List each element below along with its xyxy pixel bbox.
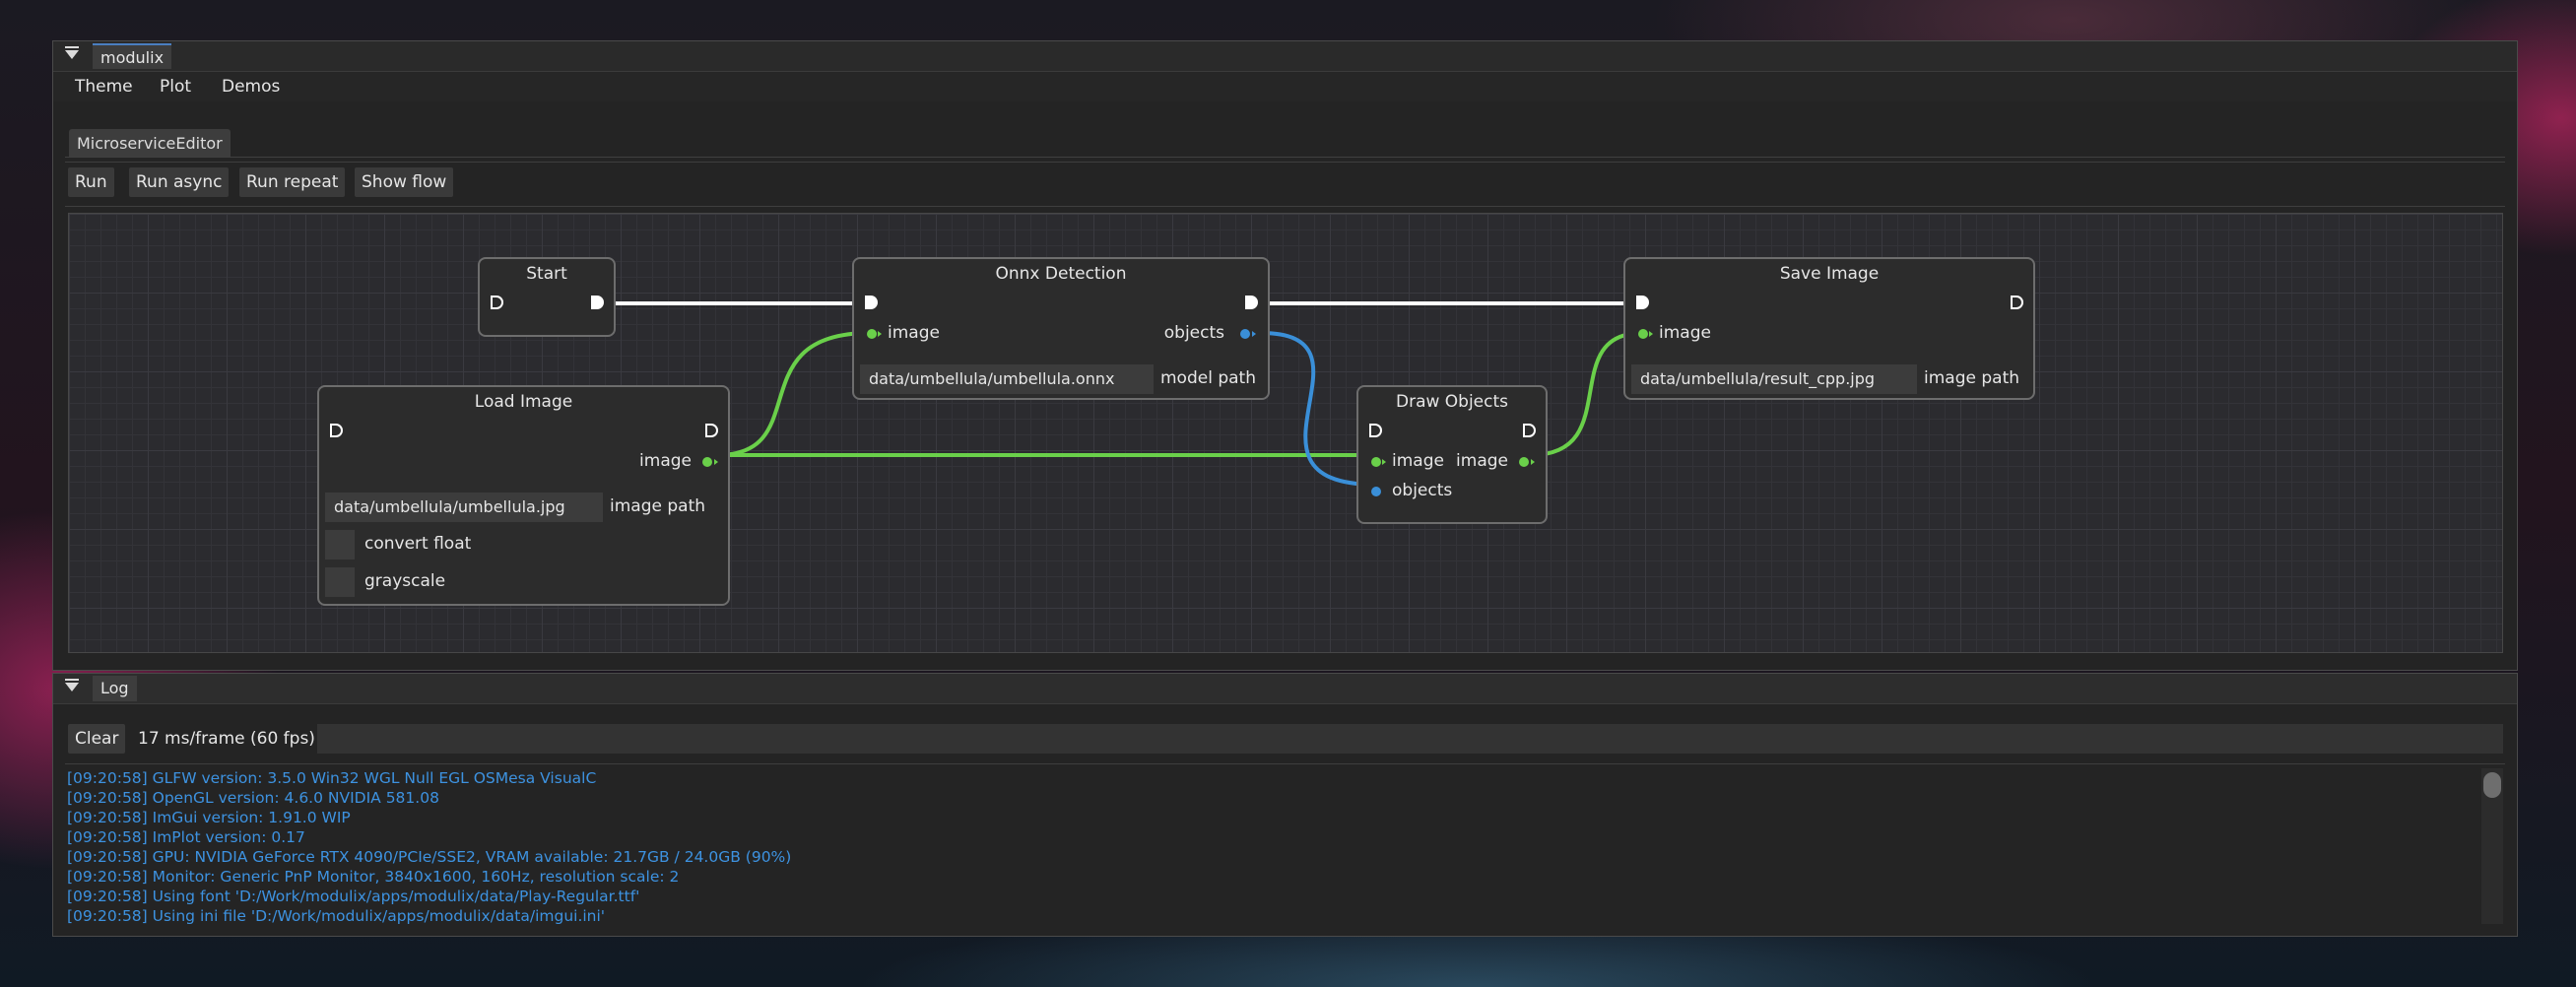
toolbar-separator-top — [65, 162, 2505, 163]
log-line: [09:20:58] Monitor: Generic PnP Monitor,… — [67, 868, 680, 886]
node-title: Start — [526, 264, 567, 284]
flow-in-icon[interactable] — [490, 295, 503, 310]
main-window: modulix Theme Plot Demos MicroserviceEdi… — [52, 40, 2518, 671]
log-window-titlebar[interactable]: Log — [53, 674, 2517, 704]
log-output: [09:20:58] GLFW version: 3.5.0 Win32 WGL… — [67, 768, 2477, 936]
pin-label-image: image — [639, 451, 692, 471]
pin-label-objects: objects — [1392, 481, 1453, 500]
log-line: [09:20:58] GPU: NVIDIA GeForce RTX 4090/… — [67, 848, 792, 866]
model-path-input[interactable]: data/umbellula/umbellula.onnx — [860, 364, 1154, 394]
pin-objects-in[interactable] — [1371, 487, 1381, 496]
node-editor-canvas[interactable]: Start Onnx Detection image objects data/… — [68, 213, 2503, 653]
tab-microservice-editor[interactable]: MicroserviceEditor — [69, 129, 231, 158]
log-line: [09:20:58] Using font 'D:/Work/modulix/a… — [67, 888, 640, 905]
main-window-titlebar[interactable]: modulix — [53, 41, 2517, 72]
frame-time-text: 17 ms/frame (60 fps) — [138, 729, 315, 749]
toolbar-separator-bottom — [65, 206, 2505, 207]
collapse-triangle-icon[interactable] — [65, 679, 79, 691]
image-link-load-onnx — [716, 331, 871, 457]
log-line: [09:20:58] ImPlot version: 0.17 — [67, 828, 305, 846]
pin-label-image: image — [1659, 323, 1711, 343]
log-scrollbar-grab[interactable] — [2483, 772, 2501, 798]
pin-label-image-out: image — [1456, 451, 1508, 471]
grayscale-checkbox[interactable] — [325, 567, 355, 597]
image-path-label: image path — [610, 496, 706, 516]
flow-in-icon[interactable] — [329, 423, 343, 438]
save-path-label: image path — [1924, 368, 2020, 388]
log-scrollbar[interactable] — [2481, 768, 2503, 924]
convert-float-label: convert float — [364, 534, 472, 554]
show-flow-button[interactable]: Show flow — [355, 167, 454, 197]
flow-in-icon[interactable] — [1368, 423, 1382, 438]
image-path-input[interactable]: data/umbellula/umbellula.jpg — [325, 493, 603, 522]
menu-theme[interactable]: Theme — [75, 72, 133, 101]
clear-button[interactable]: Clear — [68, 724, 126, 754]
log-line: [09:20:58] OpenGL version: 4.6.0 NVIDIA … — [67, 789, 439, 807]
pin-arrow-icon — [1252, 331, 1256, 337]
node-draw-objects[interactable]: Draw Objects image image objects — [1356, 385, 1548, 524]
node-onnx-detection[interactable]: Onnx Detection image objects data/umbell… — [852, 257, 1270, 400]
pin-image-in[interactable] — [1371, 457, 1381, 467]
node-title: Draw Objects — [1395, 392, 1509, 412]
node-title: Load Image — [474, 392, 573, 412]
pin-label-image-in: image — [1392, 451, 1444, 471]
convert-float-checkbox[interactable] — [325, 530, 355, 559]
pin-arrow-icon — [1649, 331, 1653, 337]
pin-image-in[interactable] — [867, 329, 877, 339]
model-path-label: model path — [1160, 368, 1256, 388]
log-filter-input[interactable] — [317, 724, 2503, 754]
run-repeat-button[interactable]: Run repeat — [239, 167, 346, 197]
tab-bar-underline — [65, 157, 2505, 158]
pin-image-out[interactable] — [1519, 457, 1529, 467]
pin-arrow-icon — [1382, 459, 1386, 465]
node-start[interactable]: Start — [478, 257, 616, 337]
collapse-triangle-icon[interactable] — [65, 46, 79, 59]
save-path-input[interactable]: data/umbellula/result_cpp.jpg — [1631, 364, 1917, 394]
grayscale-label: grayscale — [364, 571, 446, 591]
pin-arrow-icon — [878, 331, 882, 337]
flow-in-icon[interactable] — [864, 295, 878, 310]
node-save-image[interactable]: Save Image image data/umbellula/result_c… — [1623, 257, 2035, 400]
node-load-image[interactable]: Load Image image data/umbellula/umbellul… — [317, 385, 730, 606]
pin-arrow-icon — [1531, 459, 1535, 465]
pin-label-objects: objects — [1163, 323, 1224, 343]
window-title[interactable]: modulix — [93, 43, 172, 69]
flow-in-icon[interactable] — [1635, 295, 1649, 310]
log-line: [09:20:58] Using ini file 'D:/Work/modul… — [67, 907, 606, 925]
flow-out-icon[interactable] — [704, 423, 718, 438]
pin-objects-out[interactable] — [1240, 329, 1250, 339]
flow-out-icon[interactable] — [1244, 295, 1258, 310]
flow-out-icon[interactable] — [1522, 423, 1536, 438]
pin-arrow-icon — [714, 459, 718, 465]
pin-label-image: image — [888, 323, 940, 343]
node-title: Save Image — [1779, 264, 1880, 284]
flow-out-icon[interactable] — [590, 295, 604, 310]
pin-image-in[interactable] — [1638, 329, 1648, 339]
run-button[interactable]: Run — [68, 167, 114, 197]
run-async-button[interactable]: Run async — [129, 167, 230, 197]
log-line: [09:20:58] GLFW version: 3.5.0 Win32 WGL… — [67, 769, 597, 787]
menu-bar: Theme Plot Demos — [53, 72, 2517, 101]
log-window: Log Clear 17 ms/frame (60 fps) [09:20:58… — [52, 673, 2518, 937]
menu-plot[interactable]: Plot — [160, 72, 191, 101]
log-line: [09:20:58] ImGui version: 1.91.0 WIP — [67, 809, 351, 826]
node-title: Onnx Detection — [995, 264, 1127, 284]
flow-out-icon[interactable] — [2010, 295, 2023, 310]
log-separator — [65, 763, 2505, 764]
pin-image-out[interactable] — [702, 457, 712, 467]
log-title[interactable]: Log — [93, 676, 137, 701]
menu-demos[interactable]: Demos — [222, 72, 280, 101]
